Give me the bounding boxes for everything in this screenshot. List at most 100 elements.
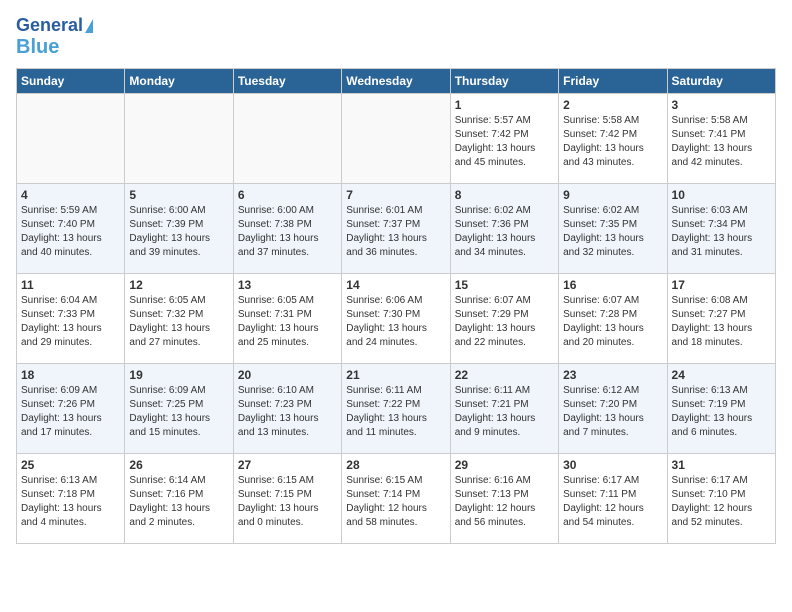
calendar-day-1: 1 Sunrise: 5:57 AM Sunset: 7:42 PM Daylig… bbox=[450, 93, 558, 183]
calendar-day-9: 9 Sunrise: 6:02 AM Sunset: 7:35 PM Daylig… bbox=[559, 183, 667, 273]
calendar-day-26: 26 Sunrise: 6:14 AM Sunset: 7:16 PM Dayli… bbox=[125, 453, 233, 543]
day-number: 27 bbox=[238, 458, 337, 472]
day-number: 13 bbox=[238, 278, 337, 292]
calendar-week-row: 11 Sunrise: 6:04 AM Sunset: 7:33 PM Dayli… bbox=[17, 273, 776, 363]
calendar-day-23: 23 Sunrise: 6:12 AM Sunset: 7:20 PM Dayli… bbox=[559, 363, 667, 453]
day-info: Sunrise: 5:57 AM Sunset: 7:42 PM Dayligh… bbox=[455, 114, 554, 170]
day-info: Sunrise: 6:07 AM Sunset: 7:28 PM Dayligh… bbox=[563, 294, 662, 350]
calendar-week-row: 25 Sunrise: 6:13 AM Sunset: 7:18 PM Dayli… bbox=[17, 453, 776, 543]
day-number: 20 bbox=[238, 368, 337, 382]
day-info: Sunrise: 6:16 AM Sunset: 7:13 PM Dayligh… bbox=[455, 474, 554, 530]
day-info: Sunrise: 6:01 AM Sunset: 7:37 PM Dayligh… bbox=[346, 204, 445, 260]
day-number: 12 bbox=[129, 278, 228, 292]
day-info: Sunrise: 6:05 AM Sunset: 7:31 PM Dayligh… bbox=[238, 294, 337, 350]
weekday-header-friday: Friday bbox=[559, 68, 667, 93]
day-number: 29 bbox=[455, 458, 554, 472]
calendar-day-20: 20 Sunrise: 6:10 AM Sunset: 7:23 PM Dayli… bbox=[233, 363, 341, 453]
logo-general: General bbox=[16, 16, 83, 36]
day-info: Sunrise: 5:59 AM Sunset: 7:40 PM Dayligh… bbox=[21, 204, 120, 260]
weekday-header-saturday: Saturday bbox=[667, 68, 775, 93]
calendar-day-5: 5Sunrise: 6:00 AM Sunset: 7:39 PM Daylig… bbox=[125, 183, 233, 273]
day-number: 17 bbox=[672, 278, 771, 292]
weekday-header-monday: Monday bbox=[125, 68, 233, 93]
day-info: Sunrise: 6:11 AM Sunset: 7:22 PM Dayligh… bbox=[346, 384, 445, 440]
day-info: Sunrise: 6:15 AM Sunset: 7:15 PM Dayligh… bbox=[238, 474, 337, 530]
day-number: 8 bbox=[455, 188, 554, 202]
calendar-day-8: 8 Sunrise: 6:02 AM Sunset: 7:36 PM Daylig… bbox=[450, 183, 558, 273]
logo-triangle-icon bbox=[85, 19, 93, 33]
day-info: Sunrise: 6:03 AM Sunset: 7:34 PM Dayligh… bbox=[672, 204, 771, 260]
day-number: 22 bbox=[455, 368, 554, 382]
calendar-day-10: 10 Sunrise: 6:03 AM Sunset: 7:34 PM Dayli… bbox=[667, 183, 775, 273]
day-info: Sunrise: 6:14 AM Sunset: 7:16 PM Dayligh… bbox=[129, 474, 228, 530]
day-info: Sunrise: 6:02 AM Sunset: 7:36 PM Dayligh… bbox=[455, 204, 554, 260]
calendar-day-27: 27 Sunrise: 6:15 AM Sunset: 7:15 PM Dayli… bbox=[233, 453, 341, 543]
day-info: Sunrise: 6:12 AM Sunset: 7:20 PM Dayligh… bbox=[563, 384, 662, 440]
calendar-day-22: 22 Sunrise: 6:11 AM Sunset: 7:21 PM Dayli… bbox=[450, 363, 558, 453]
calendar-day-4: 4 Sunrise: 5:59 AM Sunset: 7:40 PM Daylig… bbox=[17, 183, 125, 273]
calendar-day-7: 7 Sunrise: 6:01 AM Sunset: 7:37 PM Daylig… bbox=[342, 183, 450, 273]
day-number: 3 bbox=[672, 98, 771, 112]
calendar-day-13: 13 Sunrise: 6:05 AM Sunset: 7:31 PM Dayli… bbox=[233, 273, 341, 363]
weekday-header-tuesday: Tuesday bbox=[233, 68, 341, 93]
calendar-day-14: 14Sunrise: 6:06 AM Sunset: 7:30 PM Dayli… bbox=[342, 273, 450, 363]
day-number: 6 bbox=[238, 188, 337, 202]
day-number: 10 bbox=[672, 188, 771, 202]
day-number: 5 bbox=[129, 188, 228, 202]
day-number: 16 bbox=[563, 278, 662, 292]
day-number: 1 bbox=[455, 98, 554, 112]
logo-blue: Blue bbox=[16, 36, 59, 58]
calendar-week-row: 4 Sunrise: 5:59 AM Sunset: 7:40 PM Daylig… bbox=[17, 183, 776, 273]
weekday-header-sunday: Sunday bbox=[17, 68, 125, 93]
day-number: 23 bbox=[563, 368, 662, 382]
calendar-empty-cell bbox=[17, 93, 125, 183]
day-number: 15 bbox=[455, 278, 554, 292]
day-number: 25 bbox=[21, 458, 120, 472]
calendar-empty-cell bbox=[342, 93, 450, 183]
day-number: 7 bbox=[346, 188, 445, 202]
calendar-day-19: 19Sunrise: 6:09 AM Sunset: 7:25 PM Dayli… bbox=[125, 363, 233, 453]
calendar-day-31: 31Sunrise: 6:17 AM Sunset: 7:10 PM Dayli… bbox=[667, 453, 775, 543]
day-number: 11 bbox=[21, 278, 120, 292]
day-number: 28 bbox=[346, 458, 445, 472]
logo: General Blue bbox=[16, 16, 93, 58]
day-info: Sunrise: 6:13 AM Sunset: 7:18 PM Dayligh… bbox=[21, 474, 120, 530]
day-info: Sunrise: 6:02 AM Sunset: 7:35 PM Dayligh… bbox=[563, 204, 662, 260]
day-info: Sunrise: 6:05 AM Sunset: 7:32 PM Dayligh… bbox=[129, 294, 228, 350]
day-number: 21 bbox=[346, 368, 445, 382]
calendar-table: SundayMondayTuesdayWednesdayThursdayFrid… bbox=[16, 68, 776, 544]
calendar-day-30: 30 Sunrise: 6:17 AM Sunset: 7:11 PM Dayli… bbox=[559, 453, 667, 543]
day-number: 26 bbox=[129, 458, 228, 472]
calendar-week-row: 18Sunrise: 6:09 AM Sunset: 7:26 PM Dayli… bbox=[17, 363, 776, 453]
calendar-day-17: 17Sunrise: 6:08 AM Sunset: 7:27 PM Dayli… bbox=[667, 273, 775, 363]
weekday-header-row: SundayMondayTuesdayWednesdayThursdayFrid… bbox=[17, 68, 776, 93]
day-info: Sunrise: 6:00 AM Sunset: 7:38 PM Dayligh… bbox=[238, 204, 337, 260]
calendar-day-29: 29 Sunrise: 6:16 AM Sunset: 7:13 PM Dayli… bbox=[450, 453, 558, 543]
day-info: Sunrise: 6:09 AM Sunset: 7:25 PM Dayligh… bbox=[129, 384, 228, 440]
day-number: 30 bbox=[563, 458, 662, 472]
day-info: Sunrise: 6:17 AM Sunset: 7:10 PM Dayligh… bbox=[672, 474, 771, 530]
header: General Blue bbox=[16, 16, 776, 58]
day-info: Sunrise: 6:07 AM Sunset: 7:29 PM Dayligh… bbox=[455, 294, 554, 350]
calendar-empty-cell bbox=[233, 93, 341, 183]
calendar-day-15: 15 Sunrise: 6:07 AM Sunset: 7:29 PM Dayli… bbox=[450, 273, 558, 363]
day-number: 4 bbox=[21, 188, 120, 202]
calendar-day-18: 18Sunrise: 6:09 AM Sunset: 7:26 PM Dayli… bbox=[17, 363, 125, 453]
calendar-empty-cell bbox=[125, 93, 233, 183]
day-info: Sunrise: 5:58 AM Sunset: 7:42 PM Dayligh… bbox=[563, 114, 662, 170]
calendar-day-6: 6 Sunrise: 6:00 AM Sunset: 7:38 PM Daylig… bbox=[233, 183, 341, 273]
calendar-day-12: 12 Sunrise: 6:05 AM Sunset: 7:32 PM Dayli… bbox=[125, 273, 233, 363]
calendar-day-25: 25 Sunrise: 6:13 AM Sunset: 7:18 PM Dayli… bbox=[17, 453, 125, 543]
calendar-day-3: 3 Sunrise: 5:58 AM Sunset: 7:41 PM Daylig… bbox=[667, 93, 775, 183]
calendar-day-11: 11 Sunrise: 6:04 AM Sunset: 7:33 PM Dayli… bbox=[17, 273, 125, 363]
day-info: Sunrise: 6:15 AM Sunset: 7:14 PM Dayligh… bbox=[346, 474, 445, 530]
day-info: Sunrise: 6:11 AM Sunset: 7:21 PM Dayligh… bbox=[455, 384, 554, 440]
calendar-day-28: 28 Sunrise: 6:15 AM Sunset: 7:14 PM Dayli… bbox=[342, 453, 450, 543]
day-info: Sunrise: 6:13 AM Sunset: 7:19 PM Dayligh… bbox=[672, 384, 771, 440]
day-number: 9 bbox=[563, 188, 662, 202]
day-info: Sunrise: 5:58 AM Sunset: 7:41 PM Dayligh… bbox=[672, 114, 771, 170]
calendar-week-row: 1 Sunrise: 5:57 AM Sunset: 7:42 PM Daylig… bbox=[17, 93, 776, 183]
day-info: Sunrise: 6:10 AM Sunset: 7:23 PM Dayligh… bbox=[238, 384, 337, 440]
day-info: Sunrise: 6:04 AM Sunset: 7:33 PM Dayligh… bbox=[21, 294, 120, 350]
day-info: Sunrise: 6:17 AM Sunset: 7:11 PM Dayligh… bbox=[563, 474, 662, 530]
